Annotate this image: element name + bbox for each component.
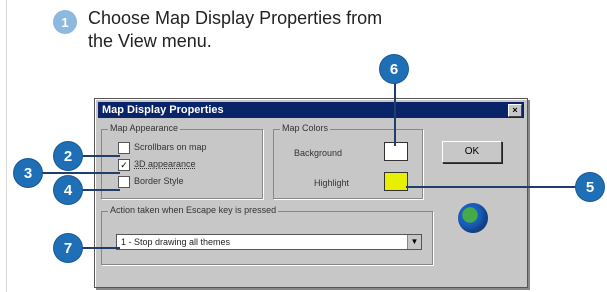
callout-4-line [80,189,120,191]
highlight-label: Highlight [314,178,350,188]
close-icon[interactable]: × [508,104,522,117]
callout-5-line [394,80,396,146]
map-appearance-label: Map Appearance [108,123,181,133]
scrollbars-label: Scrollbars on map [134,142,207,152]
escape-action-label: Action taken when Escape key is pressed [108,205,279,215]
map-display-properties-dialog: Map Display Properties × Map Appearance … [94,98,528,288]
map-colors-label: Map Colors [280,123,331,133]
3d-appearance-label: 3D appearance [134,159,196,169]
border-style-label: Border Style [134,176,184,186]
callout-2-line [80,155,120,157]
callout-3-badge: 3 [14,159,42,187]
callout-6-badge: 5 [576,173,604,201]
instruction-text: Choose Map Display Properties from the V… [88,8,383,51]
callout-4-badge: 4 [54,176,82,204]
escape-action-dropdown[interactable]: 1 - Stop drawing all themes ▼ [116,234,422,250]
dialog-title: Map Display Properties [102,104,224,116]
highlight-color-swatch[interactable] [384,172,408,191]
background-label: Background [294,148,343,158]
callout-6-line [406,186,580,188]
border-style-checkbox[interactable] [118,176,130,188]
escape-action-value: 1 - Stop drawing all themes [121,237,231,247]
map-appearance-group: Map Appearance Scrollbars on map ✓ 3D ap… [101,123,263,199]
map-colors-group: Map Colors Background Highlight [273,123,423,199]
3d-appearance-checkbox[interactable]: ✓ [118,159,130,171]
dialog-titlebar: Map Display Properties × [98,102,524,118]
callout-7-line [80,247,120,249]
callout-5-badge: 6 [380,55,408,83]
callout-2-badge: 2 [54,142,82,170]
callout-7-badge: 7 [54,234,82,262]
ok-button[interactable]: OK [442,141,502,163]
background-color-swatch[interactable] [384,142,408,161]
chevron-down-icon[interactable]: ▼ [407,235,421,249]
sidebar-rule [6,0,7,292]
callout-3-line [40,172,120,174]
escape-action-group: Action taken when Escape key is pressed … [101,205,433,265]
step-1-badge: 1 [53,10,77,34]
scrollbars-checkbox[interactable] [118,142,130,154]
globe-icon [458,203,488,233]
